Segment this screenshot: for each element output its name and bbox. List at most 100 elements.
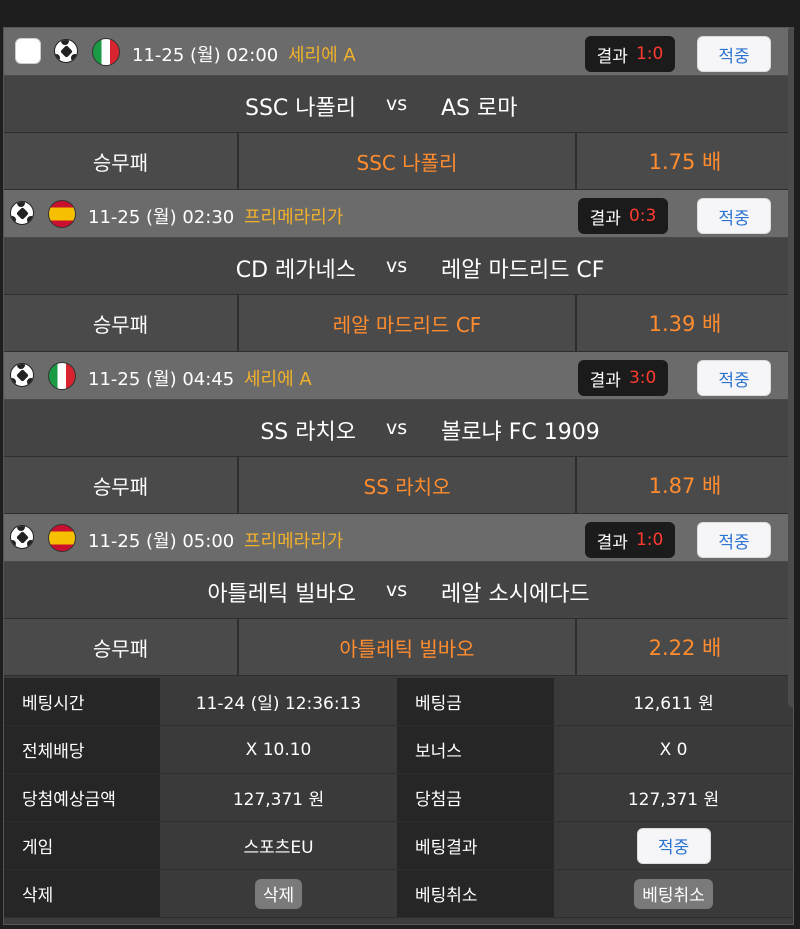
vs-label: vs bbox=[386, 93, 408, 115]
bet-slip-panel: 11-25 (월) 02:00 세리에 A 결과 1:0 적중 SSC 나폴리 … bbox=[3, 27, 794, 925]
vs-label: vs bbox=[386, 255, 408, 277]
expected-win-label: 당첨예상금액 bbox=[4, 774, 160, 821]
summary-row: 게임 스포츠EU 베팅결과 적중 bbox=[4, 822, 793, 870]
result-score: 3:0 bbox=[628, 368, 657, 388]
delete-label: 삭제 bbox=[4, 870, 160, 917]
pick-row: 승무패 아틀레틱 빌바오 2.22 배 bbox=[4, 619, 793, 676]
result-score: 0:3 bbox=[628, 206, 657, 226]
total-odds-value: X 10.10 bbox=[160, 726, 397, 773]
match-card: 11-25 (월) 05:00 프리메라리가 결과 1:0 적중 아틀레틱 빌바… bbox=[4, 514, 793, 676]
bet-time-value: 11-24 (일) 12:36:13 bbox=[160, 678, 397, 725]
total-odds-label: 전체배당 bbox=[4, 726, 160, 773]
hit-status-button[interactable]: 적중 bbox=[697, 36, 771, 72]
hit-status-button[interactable]: 적중 bbox=[697, 360, 771, 396]
result-label: 결과 bbox=[596, 532, 628, 553]
teams-row: SSC 나폴리 vs AS 로마 bbox=[4, 76, 793, 133]
teams-row: CD 레가네스 vs 레알 마드리드 CF bbox=[4, 238, 793, 295]
bet-result-cell: 적중 bbox=[554, 822, 793, 869]
selected-team: 아틀레틱 빌바오 bbox=[239, 619, 577, 675]
hit-status-button[interactable]: 적중 bbox=[697, 198, 771, 234]
delete-button[interactable]: 삭제 bbox=[254, 878, 303, 909]
bet-amount-value: 12,611 원 bbox=[554, 678, 793, 725]
league-name: 프리메라리가 bbox=[244, 531, 344, 552]
result-score: 1:0 bbox=[635, 530, 664, 550]
bet-time-label: 베팅시간 bbox=[4, 678, 160, 725]
summary-row: 베팅시간 11-24 (일) 12:36:13 베팅금 12,611 원 bbox=[4, 678, 793, 726]
hit-status-button[interactable]: 적중 bbox=[697, 522, 771, 558]
home-team: SSC 나폴리 bbox=[244, 96, 356, 121]
away-team: 레알 소시에다드 bbox=[441, 582, 590, 607]
vs-label: vs bbox=[386, 579, 408, 601]
bet-summary-table: 베팅시간 11-24 (일) 12:36:13 베팅금 12,611 원 전체배… bbox=[4, 678, 793, 918]
home-team: CD 레가네스 bbox=[235, 258, 356, 283]
result-label: 결과 bbox=[589, 370, 621, 391]
teams-row: SS 라치오 vs 볼로냐 FC 1909 bbox=[4, 400, 793, 457]
odds-value: 1.87 배 bbox=[577, 457, 793, 513]
top-bar bbox=[0, 0, 800, 27]
selected-team: SS 라치오 bbox=[239, 457, 577, 513]
pick-row: 승무패 레알 마드리드 CF 1.39 배 bbox=[4, 295, 793, 352]
scrollbar[interactable] bbox=[788, 27, 794, 707]
bet-amount-label: 베팅금 bbox=[397, 678, 554, 725]
winnings-value: 127,371 원 bbox=[554, 774, 793, 821]
selected-team: 레알 마드리드 CF bbox=[239, 295, 577, 351]
away-team: AS 로마 bbox=[441, 96, 518, 121]
result-label: 결과 bbox=[589, 208, 621, 229]
cancel-cell: 베팅취소 bbox=[554, 870, 793, 917]
pick-row: 승무패 SS 라치오 1.87 배 bbox=[4, 457, 793, 514]
match-datetime: 11-25 (월) 05:00 bbox=[88, 531, 235, 552]
result-score: 1:0 bbox=[635, 44, 664, 64]
expected-win-value: 127,371 원 bbox=[160, 774, 397, 821]
match-card: 11-25 (월) 04:45 세리에 A 결과 3:0 적중 SS 라치오 v… bbox=[4, 352, 793, 514]
match-header: 11-25 (월) 02:00 세리에 A 결과 1:0 적중 bbox=[4, 28, 793, 76]
summary-row: 삭제 삭제 베팅취소 베팅취소 bbox=[4, 870, 793, 918]
spain-flag-icon bbox=[48, 200, 76, 228]
match-card: 11-25 (월) 02:30 프리메라리가 결과 0:3 적중 CD 레가네스… bbox=[4, 190, 793, 352]
vs-label: vs bbox=[386, 417, 408, 439]
teams-row: 아틀레틱 빌바오 vs 레알 소시에다드 bbox=[4, 562, 793, 619]
bonus-label: 보너스 bbox=[397, 726, 554, 773]
league-name: 프리메라리가 bbox=[244, 207, 344, 228]
bet-type: 승무패 bbox=[4, 133, 239, 189]
spain-flag-icon bbox=[48, 524, 76, 552]
home-team: 아틀레틱 빌바오 bbox=[207, 582, 356, 607]
odds-value: 1.39 배 bbox=[577, 295, 793, 351]
bet-result-button[interactable]: 적중 bbox=[636, 827, 711, 864]
summary-row: 당첨예상금액 127,371 원 당첨금 127,371 원 bbox=[4, 774, 793, 822]
summary-row: 전체배당 X 10.10 보너스 X 0 bbox=[4, 726, 793, 774]
winnings-label: 당첨금 bbox=[397, 774, 554, 821]
game-value: 스포츠EU bbox=[160, 822, 397, 869]
away-team: 레알 마드리드 CF bbox=[441, 258, 605, 283]
italy-flag-icon bbox=[48, 362, 76, 390]
game-label: 게임 bbox=[4, 822, 160, 869]
bonus-value: X 0 bbox=[554, 726, 793, 773]
bet-type: 승무패 bbox=[4, 457, 239, 513]
result-badge: 결과 1:0 bbox=[585, 36, 675, 72]
delete-cell: 삭제 bbox=[160, 870, 397, 917]
soccer-ball-icon bbox=[54, 39, 78, 63]
cancel-bet-button[interactable]: 베팅취소 bbox=[634, 878, 713, 909]
match-header: 11-25 (월) 05:00 프리메라리가 결과 1:0 적중 bbox=[4, 514, 793, 562]
result-badge: 결과 3:0 bbox=[578, 360, 668, 396]
match-header: 11-25 (월) 04:45 세리에 A 결과 3:0 적중 bbox=[4, 352, 793, 400]
away-team: 볼로냐 FC 1909 bbox=[441, 420, 600, 445]
match-card: 11-25 (월) 02:00 세리에 A 결과 1:0 적중 SSC 나폴리 … bbox=[4, 28, 793, 190]
odds-value: 1.75 배 bbox=[577, 133, 793, 189]
select-checkbox[interactable] bbox=[15, 38, 41, 64]
bet-type: 승무패 bbox=[4, 295, 239, 351]
match-datetime: 11-25 (월) 02:00 bbox=[132, 45, 279, 66]
match-datetime: 11-25 (월) 02:30 bbox=[88, 207, 235, 228]
match-header: 11-25 (월) 02:30 프리메라리가 결과 0:3 적중 bbox=[4, 190, 793, 238]
bet-type: 승무패 bbox=[4, 619, 239, 675]
odds-value: 2.22 배 bbox=[577, 619, 793, 675]
home-team: SS 라치오 bbox=[260, 420, 356, 445]
soccer-ball-icon bbox=[10, 201, 34, 225]
league-name: 세리에 A bbox=[288, 45, 356, 66]
italy-flag-icon bbox=[92, 38, 120, 66]
result-label: 결과 bbox=[596, 46, 628, 67]
result-badge: 결과 1:0 bbox=[585, 522, 675, 558]
pick-row: 승무패 SSC 나폴리 1.75 배 bbox=[4, 133, 793, 190]
result-badge: 결과 0:3 bbox=[578, 198, 668, 234]
league-name: 세리에 A bbox=[244, 369, 312, 390]
soccer-ball-icon bbox=[10, 363, 34, 387]
